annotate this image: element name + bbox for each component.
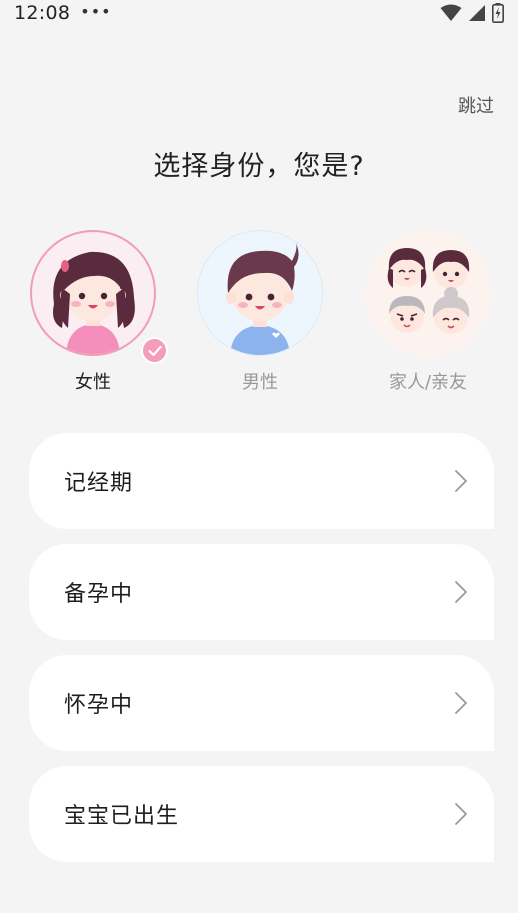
identity-family-label: 家人/亲友 bbox=[388, 372, 468, 393]
option-label: 宝宝已出生 bbox=[64, 804, 180, 829]
identity-family[interactable]: 家人/亲友 bbox=[364, 230, 492, 394]
option-label: 怀孕中 bbox=[64, 693, 134, 718]
skip-button[interactable]: 跳过 bbox=[458, 92, 494, 118]
identity-male-label: 男性 bbox=[242, 372, 278, 393]
wifi-icon bbox=[440, 4, 462, 21]
more-notifications-icon: ••• bbox=[80, 1, 112, 21]
selected-check-icon bbox=[141, 337, 168, 364]
option-label: 备孕中 bbox=[64, 582, 134, 607]
family-avatar-icon bbox=[365, 230, 491, 356]
male-avatar-icon bbox=[197, 230, 323, 356]
chevron-right-icon bbox=[455, 803, 467, 825]
status-time: 12:08 bbox=[14, 2, 71, 24]
status-left: 12:08 ••• bbox=[14, 1, 112, 25]
chevron-right-icon bbox=[455, 470, 467, 492]
option-pregnant[interactable]: 怀孕中 bbox=[29, 655, 494, 751]
stage-option-list: 记经期 备孕中 怀孕中 宝宝已出生 bbox=[29, 433, 494, 877]
identity-male[interactable]: 男性 bbox=[196, 230, 324, 394]
option-label: 记经期 bbox=[64, 471, 134, 496]
female-avatar-icon bbox=[30, 230, 156, 356]
option-preparing-pregnancy[interactable]: 备孕中 bbox=[29, 544, 494, 640]
identity-female-label: 女性 bbox=[75, 372, 111, 393]
chevron-right-icon bbox=[455, 581, 467, 603]
page-title: 选择身份，您是? bbox=[153, 151, 365, 182]
option-period-tracking[interactable]: 记经期 bbox=[29, 433, 494, 529]
chevron-right-icon bbox=[455, 692, 467, 714]
identity-female[interactable]: 女性 bbox=[29, 230, 157, 394]
option-baby-born[interactable]: 宝宝已出生 bbox=[29, 766, 494, 862]
status-bar: 12:08 ••• bbox=[0, 0, 518, 26]
battery-charging-icon bbox=[492, 3, 504, 23]
signal-icon bbox=[469, 5, 485, 21]
status-right bbox=[440, 3, 504, 23]
